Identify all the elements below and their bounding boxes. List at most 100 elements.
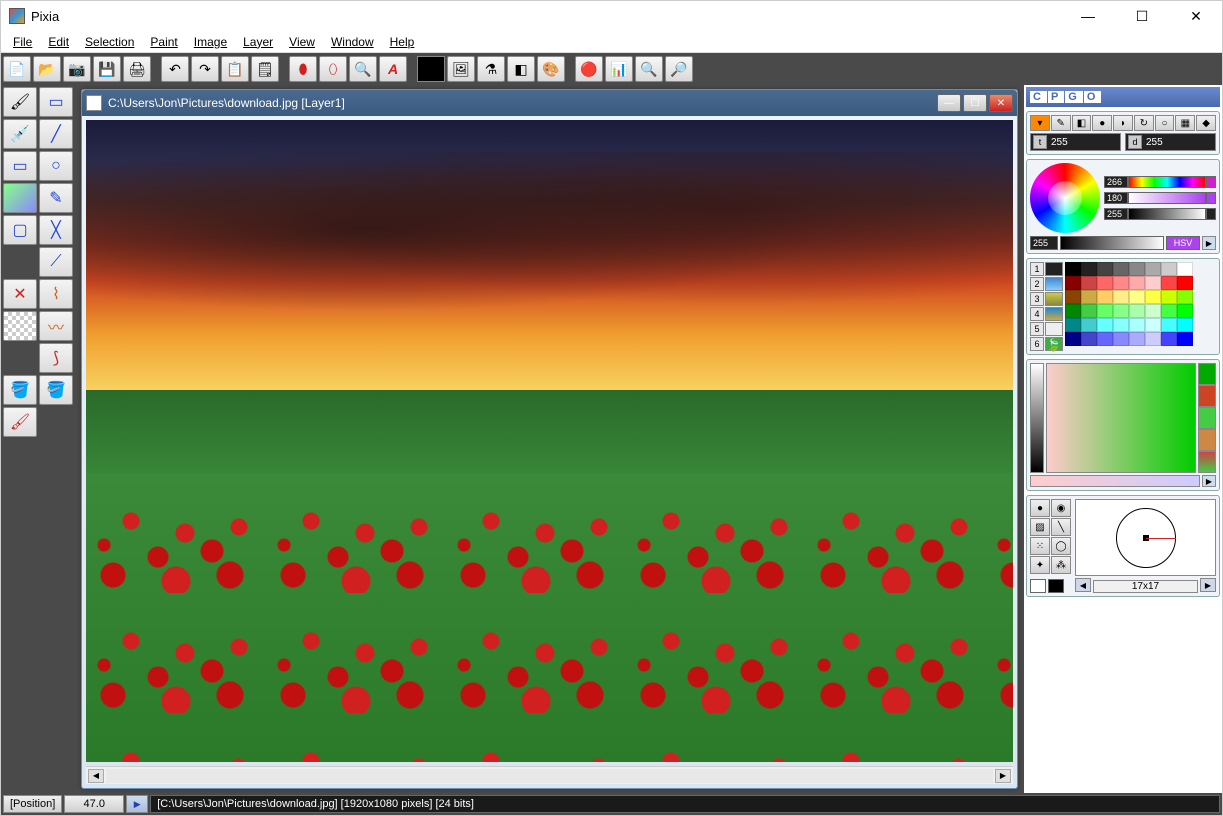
minimize-button[interactable]: — bbox=[1070, 4, 1106, 28]
doc-minimize-button[interactable]: — bbox=[937, 94, 961, 112]
camera-icon[interactable]: 📷 bbox=[63, 56, 91, 82]
alpha-value[interactable]: 255 bbox=[1030, 236, 1058, 250]
fg-color-swatch[interactable] bbox=[417, 56, 445, 82]
undo-icon[interactable]: ↶ bbox=[161, 56, 189, 82]
brush-opt-line-icon[interactable]: ╲ bbox=[1051, 518, 1071, 536]
sat-slider[interactable] bbox=[1128, 192, 1206, 204]
gradient-bottom-slider[interactable] bbox=[1030, 475, 1200, 487]
fill-brush-tool[interactable]: 🖌 bbox=[3, 407, 37, 437]
save-icon[interactable]: 💾 bbox=[93, 56, 121, 82]
palette-swatch[interactable] bbox=[1097, 318, 1113, 332]
menu-help[interactable]: Help bbox=[382, 33, 423, 51]
brush-opt-solid-icon[interactable]: ● bbox=[1030, 499, 1050, 517]
text-icon[interactable]: A bbox=[379, 56, 407, 82]
palette-swatch[interactable] bbox=[1081, 318, 1097, 332]
freehand-tool[interactable]: ✎ bbox=[39, 183, 73, 213]
brush-tool[interactable]: 🖌 bbox=[3, 87, 37, 117]
brush-fg[interactable] bbox=[1030, 579, 1046, 593]
palette-swatch[interactable] bbox=[1097, 262, 1113, 276]
ellipse-tool[interactable]: ○ bbox=[39, 151, 73, 181]
pal-thumb-4[interactable] bbox=[1045, 307, 1063, 321]
brush-opt-soft-icon[interactable]: ◉ bbox=[1051, 499, 1071, 517]
gradient-expand-icon[interactable]: ▶ bbox=[1202, 475, 1216, 487]
fill-red-tool[interactable]: 🪣 bbox=[3, 375, 37, 405]
palette-swatch[interactable] bbox=[1081, 276, 1097, 290]
mode-8-icon[interactable]: ▦ bbox=[1175, 115, 1195, 131]
document-titlebar[interactable]: C:\Users\Jon\Pictures\download.jpg [Laye… bbox=[82, 90, 1017, 116]
mode-7-icon[interactable]: ○ bbox=[1155, 115, 1175, 131]
sphere-icon[interactable]: 🔴 bbox=[575, 56, 603, 82]
palette-swatch[interactable] bbox=[1129, 304, 1145, 318]
menu-image[interactable]: Image bbox=[186, 33, 235, 51]
erase-x-tool[interactable]: ╳ bbox=[39, 215, 73, 245]
brush-bg[interactable] bbox=[1048, 579, 1064, 593]
palette-swatch[interactable] bbox=[1129, 276, 1145, 290]
palette-swatch[interactable] bbox=[1097, 290, 1113, 304]
pal-6[interactable]: 6 bbox=[1030, 337, 1044, 351]
palette-swatch[interactable] bbox=[1129, 332, 1145, 346]
image-adjust-icon[interactable]: 🖼 bbox=[447, 56, 475, 82]
palette-swatch[interactable] bbox=[1113, 332, 1129, 346]
palette-swatch[interactable] bbox=[1113, 262, 1129, 276]
color-wheel[interactable] bbox=[1030, 163, 1100, 233]
palette-swatch[interactable] bbox=[1177, 262, 1193, 276]
brush-next-icon[interactable]: ▶ bbox=[1200, 578, 1216, 592]
palette-swatch[interactable] bbox=[1081, 290, 1097, 304]
palette-swatch[interactable] bbox=[1065, 262, 1081, 276]
pal-thumb-1[interactable] bbox=[1045, 262, 1063, 276]
rect-outline-tool[interactable]: ▢ bbox=[3, 215, 37, 245]
mode-5-icon[interactable]: ◗ bbox=[1113, 115, 1133, 131]
palette-swatch[interactable] bbox=[1065, 332, 1081, 346]
panel-tabs[interactable]: CPGO bbox=[1026, 87, 1220, 107]
brush-opt-ring-icon[interactable]: ◯ bbox=[1051, 537, 1071, 555]
t-value-box[interactable]: t255 bbox=[1030, 133, 1121, 151]
palette-swatch[interactable] bbox=[1065, 304, 1081, 318]
palette-swatch[interactable] bbox=[1145, 290, 1161, 304]
close-button[interactable]: ✕ bbox=[1178, 4, 1214, 28]
stamp2-icon[interactable]: ⬯ bbox=[319, 56, 347, 82]
redo-icon[interactable]: ↷ bbox=[191, 56, 219, 82]
menu-window[interactable]: Window bbox=[323, 33, 382, 51]
palette-grid[interactable] bbox=[1065, 262, 1216, 351]
palette-swatch[interactable] bbox=[1161, 276, 1177, 290]
mode-1-icon[interactable]: ▾ bbox=[1030, 115, 1050, 131]
brush-opt-square-icon[interactable]: ▨ bbox=[1030, 518, 1050, 536]
palette-swatch[interactable] bbox=[1145, 304, 1161, 318]
filter-icon[interactable]: 🎨 bbox=[537, 56, 565, 82]
palette-swatch[interactable] bbox=[1177, 332, 1193, 346]
mode-2-icon[interactable]: ✎ bbox=[1051, 115, 1071, 131]
zoom-icon[interactable]: 🔍 bbox=[349, 56, 377, 82]
brush-opt-star-icon[interactable]: ✦ bbox=[1030, 556, 1050, 574]
gradient-vertical[interactable]: 0 bbox=[1030, 363, 1044, 473]
menu-selection[interactable]: Selection bbox=[77, 33, 142, 51]
palette-swatch[interactable] bbox=[1145, 318, 1161, 332]
palette-swatch[interactable] bbox=[1177, 318, 1193, 332]
rect-select-tool[interactable]: ▭ bbox=[39, 87, 73, 117]
mode-4-icon[interactable]: ● bbox=[1092, 115, 1112, 131]
palette-swatch[interactable] bbox=[1129, 262, 1145, 276]
menu-file[interactable]: File bbox=[5, 33, 40, 51]
horizontal-scrollbar[interactable]: ◀ ▶ bbox=[86, 766, 1013, 784]
lasso-tool[interactable]: ⌇ bbox=[39, 279, 73, 309]
palette-swatch[interactable] bbox=[1161, 318, 1177, 332]
print-icon[interactable]: 🖨 bbox=[123, 56, 151, 82]
brush-opt-dots-icon[interactable]: ⁙ bbox=[1030, 537, 1050, 555]
zoom-in-icon[interactable]: 🔍 bbox=[635, 56, 663, 82]
line-tool[interactable]: ╱ bbox=[39, 119, 73, 149]
palette-swatch[interactable] bbox=[1161, 290, 1177, 304]
gradient-main[interactable] bbox=[1046, 363, 1196, 473]
pal-2[interactable]: 2 bbox=[1030, 277, 1044, 291]
maximize-button[interactable]: ☐ bbox=[1124, 4, 1160, 28]
palette-swatch[interactable] bbox=[1145, 332, 1161, 346]
doc-close-button[interactable]: ✕ bbox=[989, 94, 1013, 112]
curve-tool[interactable]: ⟆ bbox=[39, 343, 73, 373]
new-icon[interactable]: 📄 bbox=[3, 56, 31, 82]
gradient-tool[interactable] bbox=[3, 183, 37, 213]
stamp1-icon[interactable]: ⬮ bbox=[289, 56, 317, 82]
open-icon[interactable]: 📂 bbox=[33, 56, 61, 82]
menu-view[interactable]: View bbox=[281, 33, 323, 51]
palette-swatch[interactable] bbox=[1113, 318, 1129, 332]
hsv-button[interactable]: HSV bbox=[1166, 236, 1200, 250]
palette-swatch[interactable] bbox=[1113, 290, 1129, 304]
palette-swatch[interactable] bbox=[1145, 276, 1161, 290]
